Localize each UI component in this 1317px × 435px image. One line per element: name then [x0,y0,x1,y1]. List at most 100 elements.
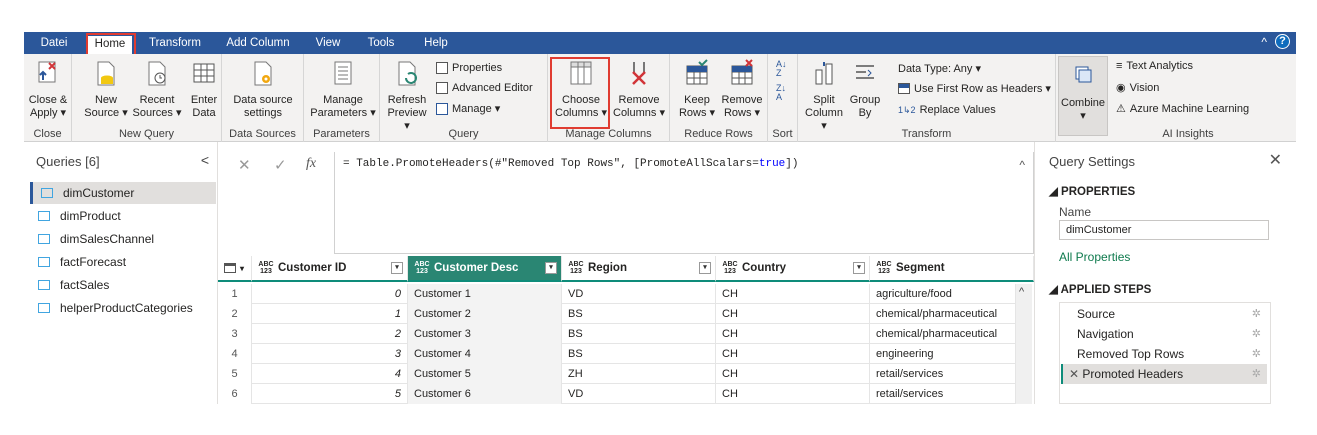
refresh-preview-button[interactable]: Refresh Preview ▾ [384,58,430,133]
table-row[interactable]: 4 3 Customer 4 BS CH engineering [218,344,1018,364]
table-cell[interactable]: CH [716,284,870,304]
step-settings-icon[interactable]: ✲ [1252,324,1261,344]
split-column-button[interactable]: Split Column ▾ [802,58,846,133]
table-cell[interactable]: CH [716,384,870,404]
table-cell[interactable]: 2 [252,324,408,344]
table-cell[interactable]: 5 [252,384,408,404]
column-filter-icon[interactable]: ▾ [853,262,865,274]
table-cell[interactable]: chemical/pharmaceutical [870,324,1016,344]
new-source-button[interactable]: New Source ▾ [84,58,128,120]
sort-descending-button[interactable]: Z↓ A [776,84,786,102]
row-number[interactable]: 1 [218,284,252,304]
table-row[interactable]: 5 4 Customer 5 ZH CH retail/services [218,364,1018,384]
table-cell[interactable]: BS [562,344,716,364]
scroll-up-icon[interactable]: ^ [1019,286,1024,298]
manage-parameters-button[interactable]: Manage Parameters ▾ [308,58,378,120]
vertical-scrollbar[interactable]: ^ [1016,284,1032,404]
step-source[interactable]: Source ✲ [1061,304,1267,324]
properties-button[interactable]: Properties [436,62,502,74]
table-cell[interactable]: BS [562,304,716,324]
close-settings-icon[interactable]: ✕ [1269,150,1282,170]
table-cell[interactable]: Customer 4 [408,344,562,364]
tab-tools[interactable]: Tools [360,35,402,54]
keep-rows-button[interactable]: Keep Rows ▾ [676,58,718,120]
table-cell[interactable]: CH [716,344,870,364]
table-cell[interactable]: agriculture/food [870,284,1016,304]
collapse-queries-icon[interactable]: < [201,152,209,168]
table-cell[interactable]: Customer 5 [408,364,562,384]
step-promoted-headers[interactable]: ✕ Promoted Headers ✲ [1061,364,1267,384]
collapse-formula-icon[interactable]: ^ [1019,158,1025,172]
step-settings-icon[interactable]: ✲ [1252,364,1261,384]
row-number[interactable]: 2 [218,304,252,324]
collapse-ribbon-icon[interactable]: ^ [1261,35,1267,49]
table-row[interactable]: 3 2 Customer 3 BS CH chemical/pharmaceutical [218,324,1018,344]
applied-steps-section[interactable]: ◢ APPLIED STEPS [1049,282,1151,296]
column-header-customer-id[interactable]: ABC 123 Customer ID ▾ [252,256,408,282]
all-properties-link[interactable]: All Properties [1059,250,1130,264]
replace-values-button[interactable]: 1↳2 Replace Values [898,104,996,116]
table-cell[interactable]: CH [716,304,870,324]
query-item-dimsaleschannel[interactable]: dimSalesChannel [30,228,216,250]
column-filter-icon[interactable]: ▾ [391,262,403,274]
query-item-dimcustomer[interactable]: dimCustomer [30,182,216,204]
table-cell[interactable]: Customer 6 [408,384,562,404]
delete-step-icon[interactable]: ✕ [1069,367,1082,381]
table-cell[interactable]: engineering [870,344,1016,364]
confirm-formula-icon[interactable]: ✓ [274,156,287,174]
close-apply-button[interactable]: Close & Apply ▾ [28,58,68,120]
table-row[interactable]: 1 0 Customer 1 VD CH agriculture/food [218,284,1018,304]
column-header-region[interactable]: ABC 123 Region ▾ [562,256,716,282]
use-first-row-headers-button[interactable]: Use First Row as Headers ▾ [898,82,1051,95]
table-cell[interactable]: 0 [252,284,408,304]
tab-transform[interactable]: Transform [142,35,208,54]
enter-data-button[interactable]: Enter Data [186,58,222,120]
name-input[interactable]: dimCustomer [1059,220,1269,240]
column-header-customer-desc[interactable]: ABC 123 Customer Desc ▾ [408,256,562,282]
tab-help[interactable]: Help [416,35,456,54]
row-number[interactable]: 4 [218,344,252,364]
step-settings-icon[interactable]: ✲ [1252,304,1261,324]
table-cell[interactable]: Customer 2 [408,304,562,324]
data-source-settings-button[interactable]: Data source settings [228,58,298,120]
table-cell[interactable]: chemical/pharmaceutical [870,304,1016,324]
remove-rows-button[interactable]: Remove Rows ▾ [720,58,764,120]
cancel-formula-icon[interactable]: ✕ [238,156,251,174]
remove-columns-button[interactable]: Remove Columns ▾ [612,58,666,120]
table-cell[interactable]: CH [716,324,870,344]
step-navigation[interactable]: Navigation ✲ [1061,324,1267,344]
column-filter-icon[interactable]: ▾ [545,262,557,274]
table-cell[interactable]: retail/services [870,384,1016,404]
azure-ml-button[interactable]: ⚠ Azure Machine Learning [1116,102,1249,116]
tab-datei[interactable]: Datei [34,35,74,54]
step-settings-icon[interactable]: ✲ [1252,344,1261,364]
table-cell[interactable]: Customer 3 [408,324,562,344]
recent-sources-button[interactable]: Recent Sources ▾ [132,58,182,120]
table-cell[interactable]: ZH [562,364,716,384]
column-header-country[interactable]: ABC 123 Country ▾ [716,256,870,282]
query-item-dimproduct[interactable]: dimProduct [30,205,216,227]
row-number[interactable]: 6 [218,384,252,404]
group-by-button[interactable]: Group By [848,58,882,120]
row-number[interactable]: 3 [218,324,252,344]
row-number[interactable]: 5 [218,364,252,384]
help-icon[interactable]: ? [1275,34,1290,49]
query-item-helperproductcategories[interactable]: helperProductCategories [30,297,216,319]
table-cell[interactable]: 4 [252,364,408,384]
column-header-segment[interactable]: ABC 123 Segment [870,256,1034,282]
query-item-factforecast[interactable]: factForecast [30,251,216,273]
properties-section[interactable]: ◢ PROPERTIES [1049,184,1135,198]
text-analytics-button[interactable]: ≡ Text Analytics [1116,60,1193,72]
table-menu-button[interactable]: ▾ [218,256,252,282]
table-cell[interactable]: retail/services [870,364,1016,384]
table-cell[interactable]: BS [562,324,716,344]
column-filter-icon[interactable]: ▾ [699,262,711,274]
combine-button[interactable]: Combine ▾ [1061,61,1105,123]
tab-add-column[interactable]: Add Column [222,35,294,54]
table-cell[interactable]: 1 [252,304,408,324]
table-cell[interactable]: 3 [252,344,408,364]
advanced-editor-button[interactable]: Advanced Editor [436,82,533,94]
tab-home[interactable]: Home [88,36,132,54]
sort-ascending-button[interactable]: A↓ Z [776,60,787,78]
table-cell[interactable]: CH [716,364,870,384]
